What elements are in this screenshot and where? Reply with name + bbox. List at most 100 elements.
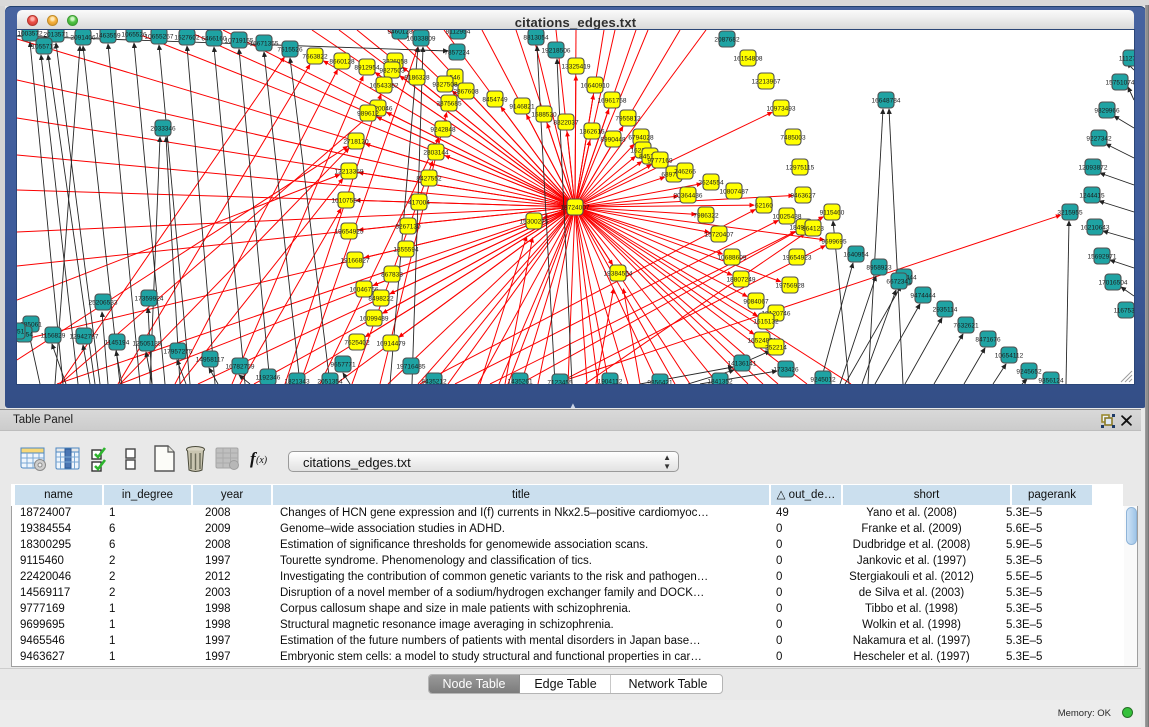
svg-text:417004: 417004 xyxy=(408,199,430,206)
svg-text:9084067: 9084067 xyxy=(743,298,769,305)
svg-text:19166827: 19166827 xyxy=(341,257,370,264)
svg-text:14958117: 14958117 xyxy=(196,356,225,363)
svg-text:2091406: 2091406 xyxy=(70,34,96,41)
svg-text:964123: 964123 xyxy=(802,225,824,232)
svg-text:16961758: 16961758 xyxy=(598,97,627,104)
svg-text:8454749: 8454749 xyxy=(482,96,508,103)
svg-text:6672341: 6672341 xyxy=(886,278,912,285)
svg-text:9356421: 9356421 xyxy=(647,379,673,384)
svg-text:10655267: 10655267 xyxy=(145,33,174,40)
svg-text:20364436: 20364436 xyxy=(674,192,703,199)
svg-text:9245652: 9245652 xyxy=(1016,368,1042,375)
svg-text:1821343: 1821343 xyxy=(284,378,310,384)
svg-text:1244415: 1244415 xyxy=(1079,192,1105,199)
svg-text:7857224: 7857224 xyxy=(444,49,470,56)
svg-text:10688609: 10688609 xyxy=(718,254,747,261)
svg-text:9242848: 9242848 xyxy=(430,126,456,133)
svg-text:12213369: 12213369 xyxy=(335,168,364,175)
svg-text:8498222: 8498222 xyxy=(368,295,394,302)
svg-text:25206533: 25206533 xyxy=(89,299,118,306)
svg-text:3215955: 3215955 xyxy=(1057,209,1083,216)
svg-text:(x): (x) xyxy=(256,455,268,466)
svg-text:9829966: 9829966 xyxy=(1094,107,1120,114)
svg-text:1145194: 1145194 xyxy=(105,339,130,346)
svg-text:2051354: 2051354 xyxy=(317,378,343,384)
svg-text:19218506: 19218506 xyxy=(542,47,571,54)
svg-text:8912954: 8912954 xyxy=(354,64,380,71)
svg-text:7515526: 7515526 xyxy=(277,46,303,53)
svg-text:12942757: 12942757 xyxy=(70,333,99,340)
svg-text:3624554: 3624554 xyxy=(698,179,724,186)
svg-text:10973493: 10973493 xyxy=(767,105,796,112)
svg-text:1904112: 1904112 xyxy=(598,378,623,384)
svg-text:1055712: 1055712 xyxy=(31,43,57,50)
svg-text:8990448: 8990448 xyxy=(600,136,626,143)
svg-text:2867608: 2867608 xyxy=(453,88,479,95)
svg-text:9356124: 9356124 xyxy=(1038,377,1064,384)
svg-text:16033809: 16033809 xyxy=(407,35,436,42)
svg-text:2087682: 2087682 xyxy=(714,36,740,43)
svg-text:1841352: 1841352 xyxy=(707,378,733,384)
svg-text:12093872: 12093872 xyxy=(1079,164,1108,171)
svg-text:867833: 867833 xyxy=(381,271,403,278)
svg-text:9327508: 9327508 xyxy=(432,81,458,88)
svg-text:18724007: 18724007 xyxy=(561,204,590,211)
svg-text:16648784: 16648784 xyxy=(872,97,901,104)
svg-text:1463559: 1463559 xyxy=(95,32,121,39)
svg-text:8186328: 8186328 xyxy=(404,74,430,81)
svg-text:16671355: 16671355 xyxy=(250,40,279,47)
svg-text:1167533: 1167533 xyxy=(1114,307,1134,314)
svg-text:9146821: 9146821 xyxy=(509,103,535,110)
svg-text:15720407: 15720407 xyxy=(705,231,734,238)
svg-text:7123455: 7123455 xyxy=(547,379,573,384)
svg-text:12975115: 12975115 xyxy=(786,164,815,171)
svg-text:9474444: 9474444 xyxy=(910,292,936,299)
svg-text:19716485: 19716485 xyxy=(397,363,426,370)
svg-text:2033346: 2033346 xyxy=(150,125,176,132)
svg-text:15300275: 15300275 xyxy=(520,218,549,225)
svg-text:13325419: 13325419 xyxy=(562,63,591,70)
svg-text:9245012: 9245012 xyxy=(810,376,836,383)
svg-text:6794028: 6794028 xyxy=(628,134,654,141)
svg-text:6466160: 6466160 xyxy=(201,35,227,42)
svg-text:19654923: 19654923 xyxy=(783,254,812,261)
svg-text:12213967: 12213967 xyxy=(752,78,781,85)
svg-text:1192346: 1192346 xyxy=(256,374,281,381)
svg-text:1003572: 1003572 xyxy=(17,30,43,37)
svg-text:9657771: 9657771 xyxy=(330,361,356,368)
svg-text:17016504: 17016504 xyxy=(1099,279,1128,286)
svg-text:18807249: 18807249 xyxy=(727,276,756,283)
svg-text:1615132: 1615132 xyxy=(753,318,779,325)
svg-text:15751074: 15751074 xyxy=(1106,79,1134,86)
svg-text:15692971: 15692971 xyxy=(1088,253,1117,260)
svg-text:16154808: 16154808 xyxy=(734,55,763,62)
svg-text:1362615: 1362615 xyxy=(579,128,605,135)
svg-text:14136141: 14136141 xyxy=(728,360,757,367)
svg-text:1112764: 1112764 xyxy=(1119,55,1134,62)
svg-text:7485003: 7485003 xyxy=(780,134,806,141)
svg-text:16543382: 16543382 xyxy=(370,82,399,89)
svg-text:8471676: 8471676 xyxy=(975,336,1001,343)
svg-text:7986322: 7986322 xyxy=(693,212,719,219)
svg-text:1355594: 1355594 xyxy=(393,246,419,253)
svg-text:7625402: 7625402 xyxy=(344,339,370,346)
svg-text:8813054: 8813054 xyxy=(523,34,549,41)
svg-text:16099489: 16099489 xyxy=(360,315,389,322)
svg-text:252214: 252214 xyxy=(765,344,787,351)
svg-text:10107554: 10107554 xyxy=(332,197,361,204)
svg-text:8427552: 8427552 xyxy=(416,175,442,182)
svg-text:7351: 7351 xyxy=(17,328,25,335)
svg-text:9115460: 9115460 xyxy=(820,209,845,216)
svg-text:8660128: 8660128 xyxy=(329,58,355,65)
svg-text:62160: 62160 xyxy=(755,202,773,209)
svg-text:2803144: 2803144 xyxy=(423,149,449,156)
svg-text:2718120: 2718120 xyxy=(343,138,369,145)
svg-text:17359924: 17359924 xyxy=(135,295,164,302)
svg-text:746266: 746266 xyxy=(674,168,696,175)
svg-text:989612: 989612 xyxy=(357,110,379,117)
svg-text:8322037: 8322037 xyxy=(553,119,579,126)
svg-text:16210643: 16210643 xyxy=(1081,224,1110,231)
svg-text:1527602: 1527602 xyxy=(174,34,200,41)
svg-text:12505135: 12505135 xyxy=(133,340,162,347)
svg-text:1640954: 1640954 xyxy=(843,251,869,258)
